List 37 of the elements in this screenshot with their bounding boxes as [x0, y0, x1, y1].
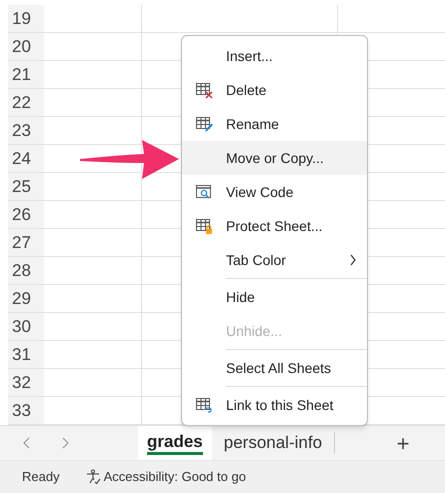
menu-item[interactable]: View Code	[182, 175, 367, 209]
menu-item[interactable]: Move or Copy...	[182, 141, 367, 175]
accessibility-icon	[84, 469, 101, 485]
table-lock-icon	[195, 217, 213, 235]
window-magnifier-icon	[195, 183, 213, 201]
row-number: 26	[8, 201, 44, 228]
add-sheet-button[interactable]: +	[373, 426, 433, 460]
row-number: 22	[8, 89, 44, 116]
row-number: 30	[8, 313, 44, 340]
menu-item[interactable]: Delete	[182, 73, 367, 107]
row-number: 24	[8, 145, 44, 172]
row-number: 21	[8, 61, 44, 88]
chevron-right-icon	[349, 254, 357, 266]
menu-item[interactable]: Select All Sheets	[182, 351, 367, 385]
table-link-icon	[195, 396, 213, 414]
row-number: 23	[8, 117, 44, 144]
accessibility-status[interactable]: Accessibility: Good to go	[84, 467, 246, 487]
menu-item[interactable]: Tab Color	[182, 243, 367, 277]
row-number: 33	[8, 397, 44, 424]
menu-item[interactable]: Insert...	[182, 39, 367, 73]
menu-item[interactable]: Hide	[182, 280, 367, 314]
row-number: 28	[8, 257, 44, 284]
menu-item[interactable]: Link to this Sheet	[182, 388, 367, 422]
menu-item[interactable]: Protect Sheet...	[182, 209, 367, 243]
sheet-tab[interactable]: personal-info	[212, 432, 336, 454]
status-text: Ready	[22, 468, 60, 486]
row-number: 25	[8, 173, 44, 200]
row-number: 32	[8, 369, 44, 396]
menu-item[interactable]: Rename	[182, 107, 367, 141]
row-number: 29	[8, 285, 44, 312]
row-number: 31	[8, 341, 44, 368]
row-number: 20	[8, 33, 44, 60]
table-pencil-icon	[195, 115, 213, 133]
row-number: 19	[8, 5, 44, 32]
row-number: 27	[8, 229, 44, 256]
table-delete-icon	[195, 81, 213, 99]
sheet-tab[interactable]: grades	[138, 426, 212, 460]
